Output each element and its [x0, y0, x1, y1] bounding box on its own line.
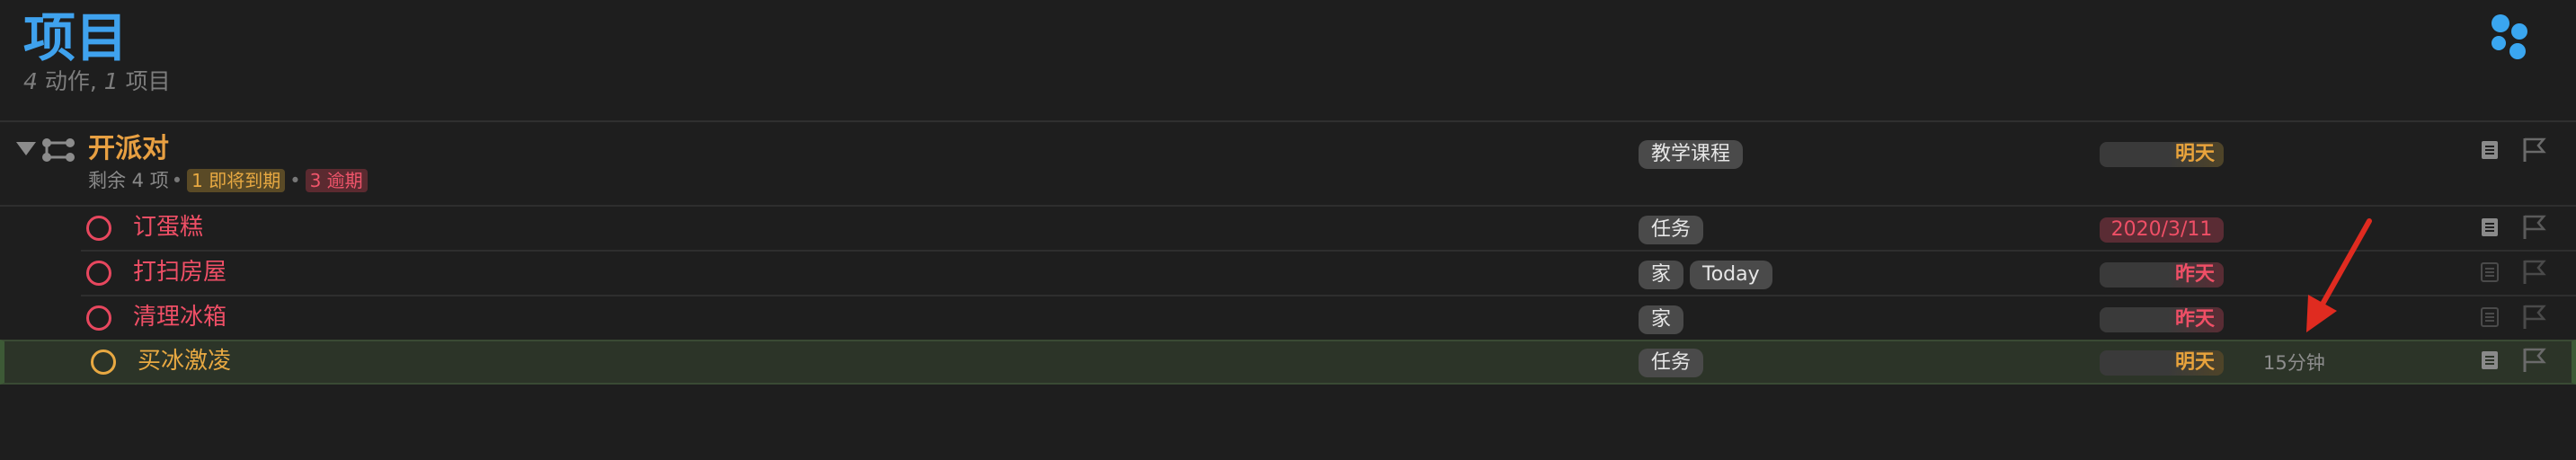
overdue-badge: 3 逾期 [305, 169, 368, 192]
task-row[interactable]: 订蛋糕 任务 2020/3/11 [0, 207, 2576, 252]
project-count: 1 [103, 68, 119, 94]
action-count-label: 动作, [37, 68, 104, 94]
project-title[interactable]: 开派对 [88, 131, 169, 167]
task-tag[interactable]: 任务 [1639, 216, 1704, 244]
flag-icon[interactable] [2522, 137, 2547, 164]
task-due-date[interactable]: 昨天 [2100, 262, 2224, 288]
note-icon[interactable] [2481, 350, 2499, 370]
task-tag[interactable]: Today [1690, 261, 1772, 289]
disclosure-triangle-icon[interactable] [16, 142, 36, 155]
task-title[interactable]: 打扫房屋 [133, 257, 227, 288]
note-icon[interactable] [2481, 140, 2499, 160]
due-soon-badge: 1 即将到期 [187, 169, 286, 192]
page-title: 项目 [23, 7, 129, 68]
task-title[interactable]: 买冰激凌 [138, 346, 231, 376]
note-icon[interactable] [2481, 307, 2499, 327]
note-icon[interactable] [2481, 217, 2499, 237]
task-row[interactable]: 清理冰箱 家 昨天 [0, 296, 2576, 341]
project-tag[interactable]: 教学课程 [1639, 140, 1744, 169]
project-count-label: 项目 [118, 68, 171, 94]
flag-icon[interactable] [2522, 214, 2547, 241]
separator-dot: • [289, 170, 301, 191]
project-due-date[interactable]: 明天 [2100, 142, 2224, 167]
flag-icon[interactable] [2522, 259, 2547, 286]
project-icon [42, 138, 75, 162]
task-checkbox[interactable] [86, 216, 111, 241]
task-tag[interactable]: 家 [1639, 261, 1684, 289]
flag-icon[interactable] [2522, 304, 2547, 331]
task-title[interactable]: 订蛋糕 [133, 212, 203, 243]
task-title[interactable]: 清理冰箱 [133, 302, 227, 332]
task-tag[interactable]: 家 [1639, 305, 1684, 334]
separator-dot: • [171, 170, 183, 191]
project-row[interactable]: 开派对 剩余 4 项 • 1 即将到期 • 3 逾期 教学课程 明天 [0, 122, 2576, 207]
task-due-date[interactable]: 明天 [2100, 350, 2224, 376]
page-subtitle: 4 动作, 1 项目 [23, 66, 171, 97]
task-row[interactable]: 打扫房屋 家 Today 昨天 [0, 252, 2576, 296]
task-due-date[interactable]: 昨天 [2100, 307, 2224, 332]
task-checkbox[interactable] [86, 261, 111, 286]
project-status: 剩余 4 项 • 1 即将到期 • 3 逾期 [88, 167, 369, 194]
remaining-count: 剩余 4 项 [88, 170, 169, 191]
action-count: 4 [23, 68, 38, 94]
task-row-selected[interactable]: 买冰激凌 任务 明天 15分钟 [0, 340, 2576, 385]
perspective-icon[interactable] [2488, 13, 2535, 59]
task-estimate[interactable]: 15分钟 [2263, 350, 2325, 376]
annotation-arrow [2306, 218, 2372, 332]
task-checkbox[interactable] [91, 349, 116, 375]
task-tag[interactable]: 任务 [1639, 349, 1704, 377]
note-icon[interactable] [2481, 262, 2499, 282]
task-checkbox[interactable] [86, 305, 111, 331]
flag-icon[interactable] [2522, 347, 2547, 374]
header: 项目 4 动作, 1 项目 [0, 0, 2576, 120]
task-due-date[interactable]: 2020/3/11 [2100, 217, 2224, 243]
